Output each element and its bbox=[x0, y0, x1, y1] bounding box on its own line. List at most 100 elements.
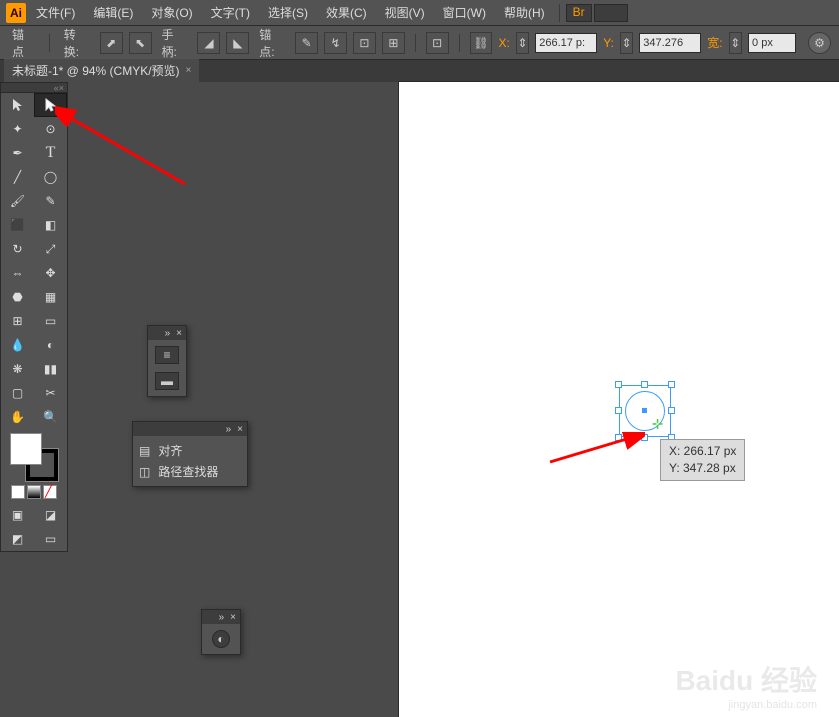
anchor-btn-3[interactable]: ⊡ bbox=[353, 32, 376, 54]
slice-tool[interactable]: ✂ bbox=[34, 381, 67, 405]
scale-tool[interactable]: ⤢ bbox=[34, 237, 67, 261]
separator bbox=[49, 34, 50, 52]
blob-brush-tool[interactable]: ⬛ bbox=[1, 213, 34, 237]
tools-close-icon[interactable]: × bbox=[59, 83, 64, 93]
panel-close-icon[interactable]: × bbox=[237, 424, 243, 435]
perspective-tool[interactable]: ▦ bbox=[34, 285, 67, 309]
convert-corner-button[interactable]: ⬈ bbox=[100, 32, 123, 54]
link-icon[interactable]: ⛓ bbox=[470, 32, 493, 54]
separator bbox=[459, 34, 460, 52]
panel-header[interactable]: » × bbox=[202, 610, 240, 624]
magic-wand-tool[interactable]: ✦ bbox=[1, 117, 34, 141]
width-tool[interactable]: ⇔ bbox=[1, 261, 34, 285]
column-graph-tool[interactable]: ▮▮ bbox=[34, 357, 67, 381]
fill-stroke-swatches[interactable] bbox=[10, 433, 58, 481]
shape-builder-tool[interactable]: ⬣ bbox=[1, 285, 34, 309]
paintbrush-tool[interactable]: 🖌 bbox=[1, 189, 34, 213]
panel-header[interactable]: » × bbox=[133, 422, 247, 436]
color-mode-gradient[interactable] bbox=[27, 485, 41, 499]
gradient-tool[interactable]: ▭ bbox=[34, 309, 67, 333]
tools-header: « × bbox=[1, 83, 67, 93]
line-tool[interactable]: ╱ bbox=[1, 165, 34, 189]
handle-bottom[interactable] bbox=[641, 434, 648, 441]
panel-close-icon[interactable]: × bbox=[176, 328, 182, 339]
artboard[interactable]: ⊹ bbox=[399, 82, 839, 717]
lasso-tool[interactable]: ⊙ bbox=[34, 117, 67, 141]
anchor-btn-4[interactable]: ⊞ bbox=[382, 32, 405, 54]
tool-grid: ✦ ⊙ ✒ T ╱ ◯ 🖌 ✎ ⬛ ◧ ↻ ⤢ ⇔ ✥ ⬣ ▦ ⊞ ▭ 💧 ◐ … bbox=[1, 93, 67, 429]
rotate-tool[interactable]: ↻ bbox=[1, 237, 34, 261]
blend-tool[interactable]: ◐ bbox=[34, 333, 67, 357]
type-tool[interactable]: T bbox=[34, 141, 67, 165]
y-input[interactable] bbox=[639, 33, 701, 53]
drawing-mode-inside[interactable]: ◩ bbox=[1, 527, 34, 551]
anchor-btn-2[interactable]: ↯ bbox=[324, 32, 347, 54]
panel-collapse-icon[interactable]: » bbox=[219, 612, 225, 623]
tab-close-icon[interactable]: × bbox=[186, 65, 192, 76]
handle-top-right[interactable] bbox=[668, 381, 675, 388]
panel-collapse-icon[interactable]: » bbox=[165, 328, 171, 339]
panel-close-icon[interactable]: × bbox=[230, 612, 236, 623]
pen-tool[interactable]: ✒ bbox=[1, 141, 34, 165]
gradient-panel-icon[interactable]: ▬ bbox=[155, 372, 179, 390]
eyedropper-tool[interactable]: 💧 bbox=[1, 333, 34, 357]
menu-select[interactable]: 选择(S) bbox=[260, 4, 316, 21]
panel-header[interactable]: » × bbox=[148, 326, 186, 340]
menu-window[interactable]: 窗口(W) bbox=[435, 4, 494, 21]
drawing-mode-behind[interactable]: ◪ bbox=[34, 503, 67, 527]
menu-object[interactable]: 对象(O) bbox=[143, 4, 200, 21]
handle-btn-2[interactable]: ◣ bbox=[226, 32, 249, 54]
free-transform-tool[interactable]: ✥ bbox=[34, 261, 67, 285]
menu-view[interactable]: 视图(V) bbox=[377, 4, 433, 21]
document-tab[interactable]: 未标题-1* @ 94% (CMYK/预览) × bbox=[4, 58, 199, 82]
align-panel-item[interactable]: ▤ 对齐 bbox=[133, 440, 247, 461]
artboard-tool[interactable]: ▢ bbox=[1, 381, 34, 405]
y-stepper[interactable]: ⇕ bbox=[620, 32, 633, 54]
anchor-btn-1[interactable]: ✎ bbox=[295, 32, 318, 54]
symbol-sprayer-tool[interactable]: ❋ bbox=[1, 357, 34, 381]
menu-effect[interactable]: 效果(C) bbox=[318, 4, 375, 21]
hand-tool[interactable]: ✋ bbox=[1, 405, 34, 429]
mesh-tool[interactable]: ⊞ bbox=[1, 309, 34, 333]
menu-type[interactable]: 文字(T) bbox=[203, 4, 258, 21]
menu-edit[interactable]: 编辑(E) bbox=[85, 4, 141, 21]
w-stepper[interactable]: ⇕ bbox=[729, 32, 742, 54]
color-controls: ╱ bbox=[1, 429, 67, 503]
panel-collapse-icon[interactable]: » bbox=[226, 424, 232, 435]
pencil-tool[interactable]: ✎ bbox=[34, 189, 67, 213]
screen-mode-button[interactable]: ▭ bbox=[34, 527, 67, 551]
handle-top-left[interactable] bbox=[615, 381, 622, 388]
x-input[interactable] bbox=[535, 33, 597, 53]
bridge-icon[interactable]: Br bbox=[566, 4, 592, 22]
handle-left[interactable] bbox=[615, 407, 622, 414]
menu-help[interactable]: 帮助(H) bbox=[496, 4, 553, 21]
selection-tool[interactable] bbox=[1, 93, 34, 117]
separator bbox=[415, 34, 416, 52]
x-stepper[interactable]: ⇕ bbox=[516, 32, 529, 54]
ellipse-tool[interactable]: ◯ bbox=[34, 165, 67, 189]
isolate-button[interactable]: ⊡ bbox=[426, 32, 449, 54]
collapsed-panel-2: » × ◐ bbox=[201, 609, 241, 655]
tooltip-y: Y: 347.28 px bbox=[669, 460, 736, 477]
transparency-panel-icon[interactable]: ◐ bbox=[212, 630, 230, 648]
zoom-tool[interactable]: 🔍 bbox=[34, 405, 67, 429]
handle-top[interactable] bbox=[641, 381, 648, 388]
drawing-mode-normal[interactable]: ▣ bbox=[1, 503, 34, 527]
handle-bottom-left[interactable] bbox=[615, 434, 622, 441]
pathfinder-panel-item[interactable]: ◫ 路径查找器 bbox=[133, 461, 247, 482]
gear-icon[interactable]: ⚙ bbox=[808, 32, 831, 54]
handle-right[interactable] bbox=[668, 407, 675, 414]
stroke-panel-icon[interactable]: ≡ bbox=[155, 346, 179, 364]
fill-swatch[interactable] bbox=[10, 433, 42, 465]
color-mode-solid[interactable] bbox=[11, 485, 25, 499]
handle-btn-1[interactable]: ◢ bbox=[197, 32, 220, 54]
convert-smooth-button[interactable]: ⬉ bbox=[129, 32, 152, 54]
menu-file[interactable]: 文件(F) bbox=[28, 4, 83, 21]
arrange-icon[interactable] bbox=[594, 4, 628, 22]
w-input[interactable] bbox=[748, 33, 796, 53]
tab-title: 未标题-1* @ 94% (CMYK/预览) bbox=[12, 62, 180, 79]
eraser-tool[interactable]: ◧ bbox=[34, 213, 67, 237]
color-mode-none[interactable]: ╱ bbox=[43, 485, 57, 499]
direct-selection-tool[interactable] bbox=[34, 93, 67, 117]
selected-object[interactable]: ⊹ bbox=[619, 385, 671, 437]
